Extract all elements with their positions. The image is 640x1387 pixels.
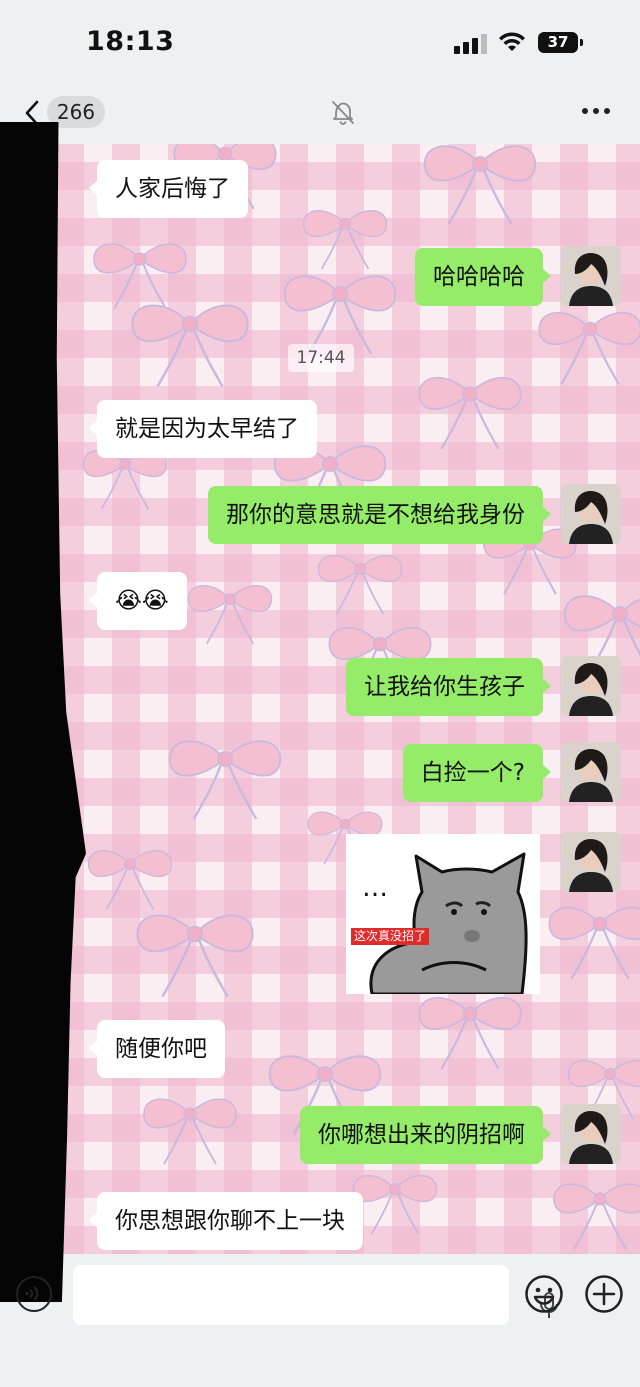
message-incoming[interactable]: 你思想跟你聊不上一块 xyxy=(89,1192,363,1250)
battery-indicator: 37 xyxy=(538,32,583,53)
avatar[interactable] xyxy=(561,1104,621,1164)
wallpaper-bows xyxy=(82,144,640,1250)
sticker-message[interactable]: … 这次真没招了 xyxy=(346,834,540,994)
emoji-icon[interactable] xyxy=(524,1274,564,1314)
message-outgoing[interactable]: 让我给你生孩子 xyxy=(346,658,551,716)
message-incoming[interactable]: 就是因为太早结了 xyxy=(89,400,317,458)
bell-slash-icon xyxy=(332,101,354,125)
avatar[interactable] xyxy=(561,484,621,544)
status-time: 18:13 xyxy=(86,26,175,57)
cat-sticker-icon: … xyxy=(346,834,540,994)
avatar[interactable] xyxy=(561,656,621,716)
avatar[interactable] xyxy=(561,246,621,306)
avatar[interactable] xyxy=(561,742,621,802)
message-incoming-emoji[interactable]: 😭😭 xyxy=(89,572,187,630)
message-outgoing[interactable]: 哈哈哈哈 xyxy=(415,248,551,306)
wechat-chat-screen: 18:13 37 266 人家后悔了 哈哈哈哈 17:44 就是因为太早结了 那… xyxy=(0,0,640,1387)
sticker-dots: … xyxy=(362,873,388,903)
sticker-caption: 这次真没招了 xyxy=(351,928,430,945)
avatar[interactable] xyxy=(561,832,621,892)
message-list[interactable]: 人家后悔了 哈哈哈哈 17:44 就是因为太早结了 那你的意思就是不想给我身份 … xyxy=(0,144,640,1254)
input-bar xyxy=(0,1254,640,1387)
voice-icon[interactable] xyxy=(16,1276,52,1312)
plus-icon[interactable] xyxy=(584,1274,624,1314)
message-incoming[interactable]: 随便你吧 xyxy=(89,1020,225,1078)
status-bar: 18:13 37 xyxy=(0,0,640,84)
timestamp: 17:44 xyxy=(288,344,354,372)
message-incoming[interactable]: 人家后悔了 xyxy=(89,160,248,218)
more-dots-icon[interactable] xyxy=(582,108,614,118)
cellular-signal-icon xyxy=(454,34,488,54)
message-outgoing[interactable]: 那你的意思就是不想给我身份 xyxy=(208,486,551,544)
message-outgoing[interactable]: 你哪想出来的阴招啊 xyxy=(300,1106,551,1164)
chat-header: 266 xyxy=(0,84,640,144)
message-outgoing[interactable]: 白捡一个? xyxy=(402,744,552,802)
wifi-icon xyxy=(499,32,525,51)
message-input[interactable] xyxy=(73,1265,558,1325)
